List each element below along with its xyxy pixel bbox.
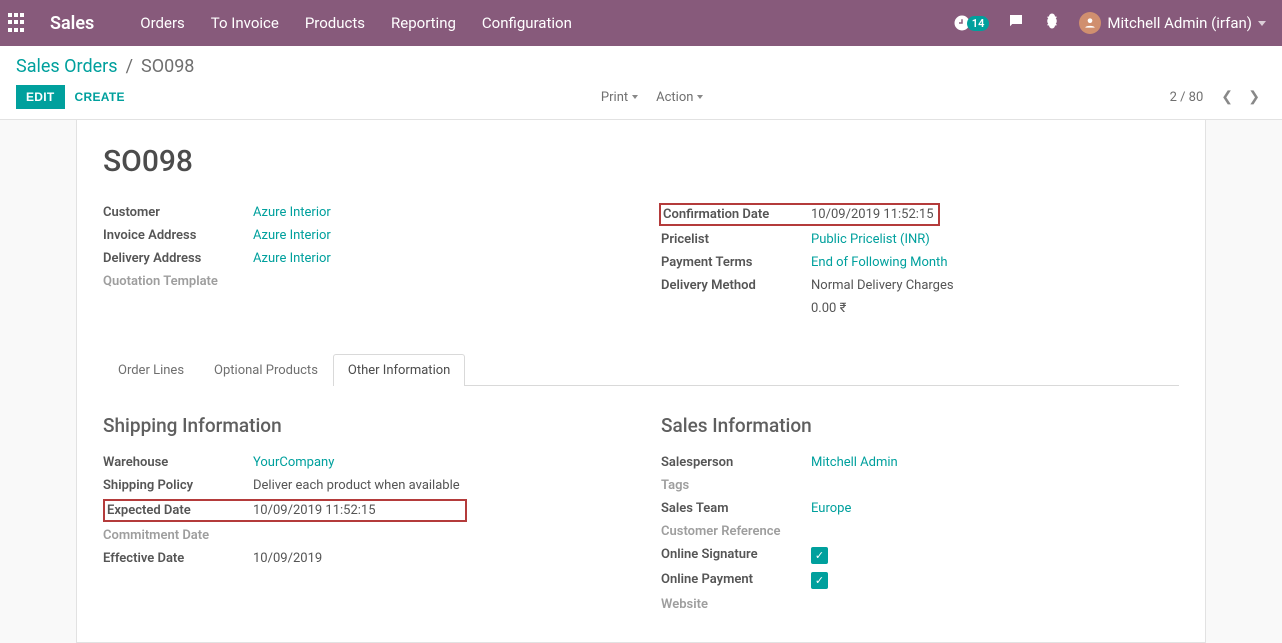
activity-count: 14	[967, 16, 990, 31]
shipping-policy-label: Shipping Policy	[103, 478, 253, 493]
shipping-heading: Shipping Information	[103, 414, 621, 437]
breadcrumb-sep: /	[126, 56, 133, 77]
apps-icon[interactable]	[8, 13, 28, 33]
payment-terms-label: Payment Terms	[661, 255, 811, 270]
pricelist-value[interactable]: Public Pricelist (INR)	[811, 232, 1179, 247]
warehouse-label: Warehouse	[103, 455, 253, 470]
tabs: Order Lines Optional Products Other Info…	[103, 354, 1179, 386]
online-payment-label: Online Payment	[661, 572, 811, 589]
sales-team-value[interactable]: Europe	[811, 501, 1179, 516]
quotation-template-value	[253, 274, 621, 289]
pager-prev[interactable]: ❮	[1215, 87, 1239, 107]
website-value	[811, 597, 1179, 612]
expected-date-label: Expected Date	[105, 503, 253, 518]
confirmation-date-label: Confirmation Date	[663, 207, 811, 222]
activity-icon[interactable]: 14	[953, 14, 990, 32]
main-menu: Orders To Invoice Products Reporting Con…	[140, 14, 572, 32]
caret-down-icon	[1258, 21, 1266, 26]
salesperson-label: Salesperson	[661, 455, 811, 470]
control-panel: Sales Orders / SO098 EDIT CREATE Print A…	[0, 46, 1282, 120]
nav-right: 14 Mitchell Admin (irfan)	[953, 12, 1266, 34]
expected-date-highlight: Expected Date 10/09/2019 11:52:15	[103, 499, 467, 522]
delivery-method-label: Delivery Method	[661, 278, 811, 293]
warehouse-value[interactable]: YourCompany	[253, 455, 621, 470]
pager: 2 / 80 ❮ ❯	[1170, 89, 1266, 105]
effective-date-label: Effective Date	[103, 551, 253, 566]
customer-label: Customer	[103, 205, 253, 220]
effective-date-value: 10/09/2019	[253, 551, 621, 566]
quotation-template-label: Quotation Template	[103, 274, 253, 289]
caret-down-icon	[632, 95, 638, 99]
check-icon: ✓	[811, 572, 828, 589]
action-dropdown[interactable]: Action	[656, 90, 703, 105]
shipping-section: Shipping Information Warehouse YourCompa…	[103, 414, 621, 616]
user-name: Mitchell Admin (irfan)	[1107, 14, 1252, 32]
sales-info-heading: Sales Information	[661, 414, 1179, 437]
record-title: SO098	[103, 144, 1179, 179]
salesperson-value[interactable]: Mitchell Admin	[811, 455, 1179, 470]
customer-reference-label: Customer Reference	[661, 524, 811, 539]
delivery-address-label: Delivery Address	[103, 251, 253, 266]
app-brand[interactable]: Sales	[50, 13, 94, 34]
pager-next[interactable]: ❯	[1242, 87, 1266, 107]
tab-other-information[interactable]: Other Information	[333, 354, 465, 386]
tags-value	[811, 478, 1179, 493]
commitment-date-label: Commitment Date	[103, 528, 253, 543]
print-dropdown[interactable]: Print	[601, 90, 638, 105]
tab-optional-products[interactable]: Optional Products	[199, 354, 333, 386]
online-signature-label: Online Signature	[661, 547, 811, 564]
delivery-method-value: Normal Delivery Charges	[811, 278, 1179, 293]
check-icon: ✓	[811, 547, 828, 564]
caret-down-icon	[697, 95, 703, 99]
right-column: Confirmation Date 10/09/2019 11:52:15 Pr…	[661, 201, 1179, 320]
customer-reference-value	[811, 524, 1179, 539]
left-column: Customer Azure Interior Invoice Address …	[103, 201, 621, 320]
confirmation-date-value: 10/09/2019 11:52:15	[811, 207, 934, 222]
delivery-address-value[interactable]: Azure Interior	[253, 251, 621, 266]
online-payment-value: ✓	[811, 572, 1179, 589]
form-sheet: SO098 Customer Azure Interior Invoice Ad…	[76, 120, 1206, 643]
sales-team-label: Sales Team	[661, 501, 811, 516]
edit-button[interactable]: EDIT	[16, 85, 65, 109]
breadcrumb-root[interactable]: Sales Orders	[16, 56, 118, 77]
breadcrumb: Sales Orders / SO098	[16, 56, 1266, 77]
discuss-icon[interactable]	[1007, 12, 1025, 34]
pager-position: 2 / 80	[1170, 90, 1204, 105]
delivery-cost-value: 0.00 ₹	[811, 301, 1179, 316]
debug-icon[interactable]	[1043, 12, 1061, 34]
sales-info-section: Sales Information Salesperson Mitchell A…	[661, 414, 1179, 616]
menu-reporting[interactable]: Reporting	[391, 14, 456, 32]
shipping-policy-value: Deliver each product when available	[253, 478, 621, 493]
confirmation-date-highlight: Confirmation Date 10/09/2019 11:52:15	[659, 203, 940, 226]
menu-orders[interactable]: Orders	[140, 14, 185, 32]
user-menu[interactable]: Mitchell Admin (irfan)	[1079, 12, 1266, 34]
customer-value[interactable]: Azure Interior	[253, 205, 621, 220]
online-signature-value: ✓	[811, 547, 1179, 564]
pricelist-label: Pricelist	[661, 232, 811, 247]
menu-products[interactable]: Products	[305, 14, 365, 32]
commitment-date-value	[253, 528, 621, 543]
invoice-address-value[interactable]: Azure Interior	[253, 228, 621, 243]
breadcrumb-current: SO098	[141, 56, 194, 77]
invoice-address-label: Invoice Address	[103, 228, 253, 243]
avatar	[1079, 12, 1101, 34]
top-nav: Sales Orders To Invoice Products Reporti…	[0, 0, 1282, 46]
menu-to-invoice[interactable]: To Invoice	[211, 14, 279, 32]
tab-order-lines[interactable]: Order Lines	[103, 354, 199, 386]
website-label: Website	[661, 597, 811, 612]
payment-terms-value[interactable]: End of Following Month	[811, 255, 1179, 270]
expected-date-value: 10/09/2019 11:52:15	[253, 503, 465, 518]
tags-label: Tags	[661, 478, 811, 493]
menu-configuration[interactable]: Configuration	[482, 14, 572, 32]
create-button[interactable]: CREATE	[65, 85, 135, 109]
